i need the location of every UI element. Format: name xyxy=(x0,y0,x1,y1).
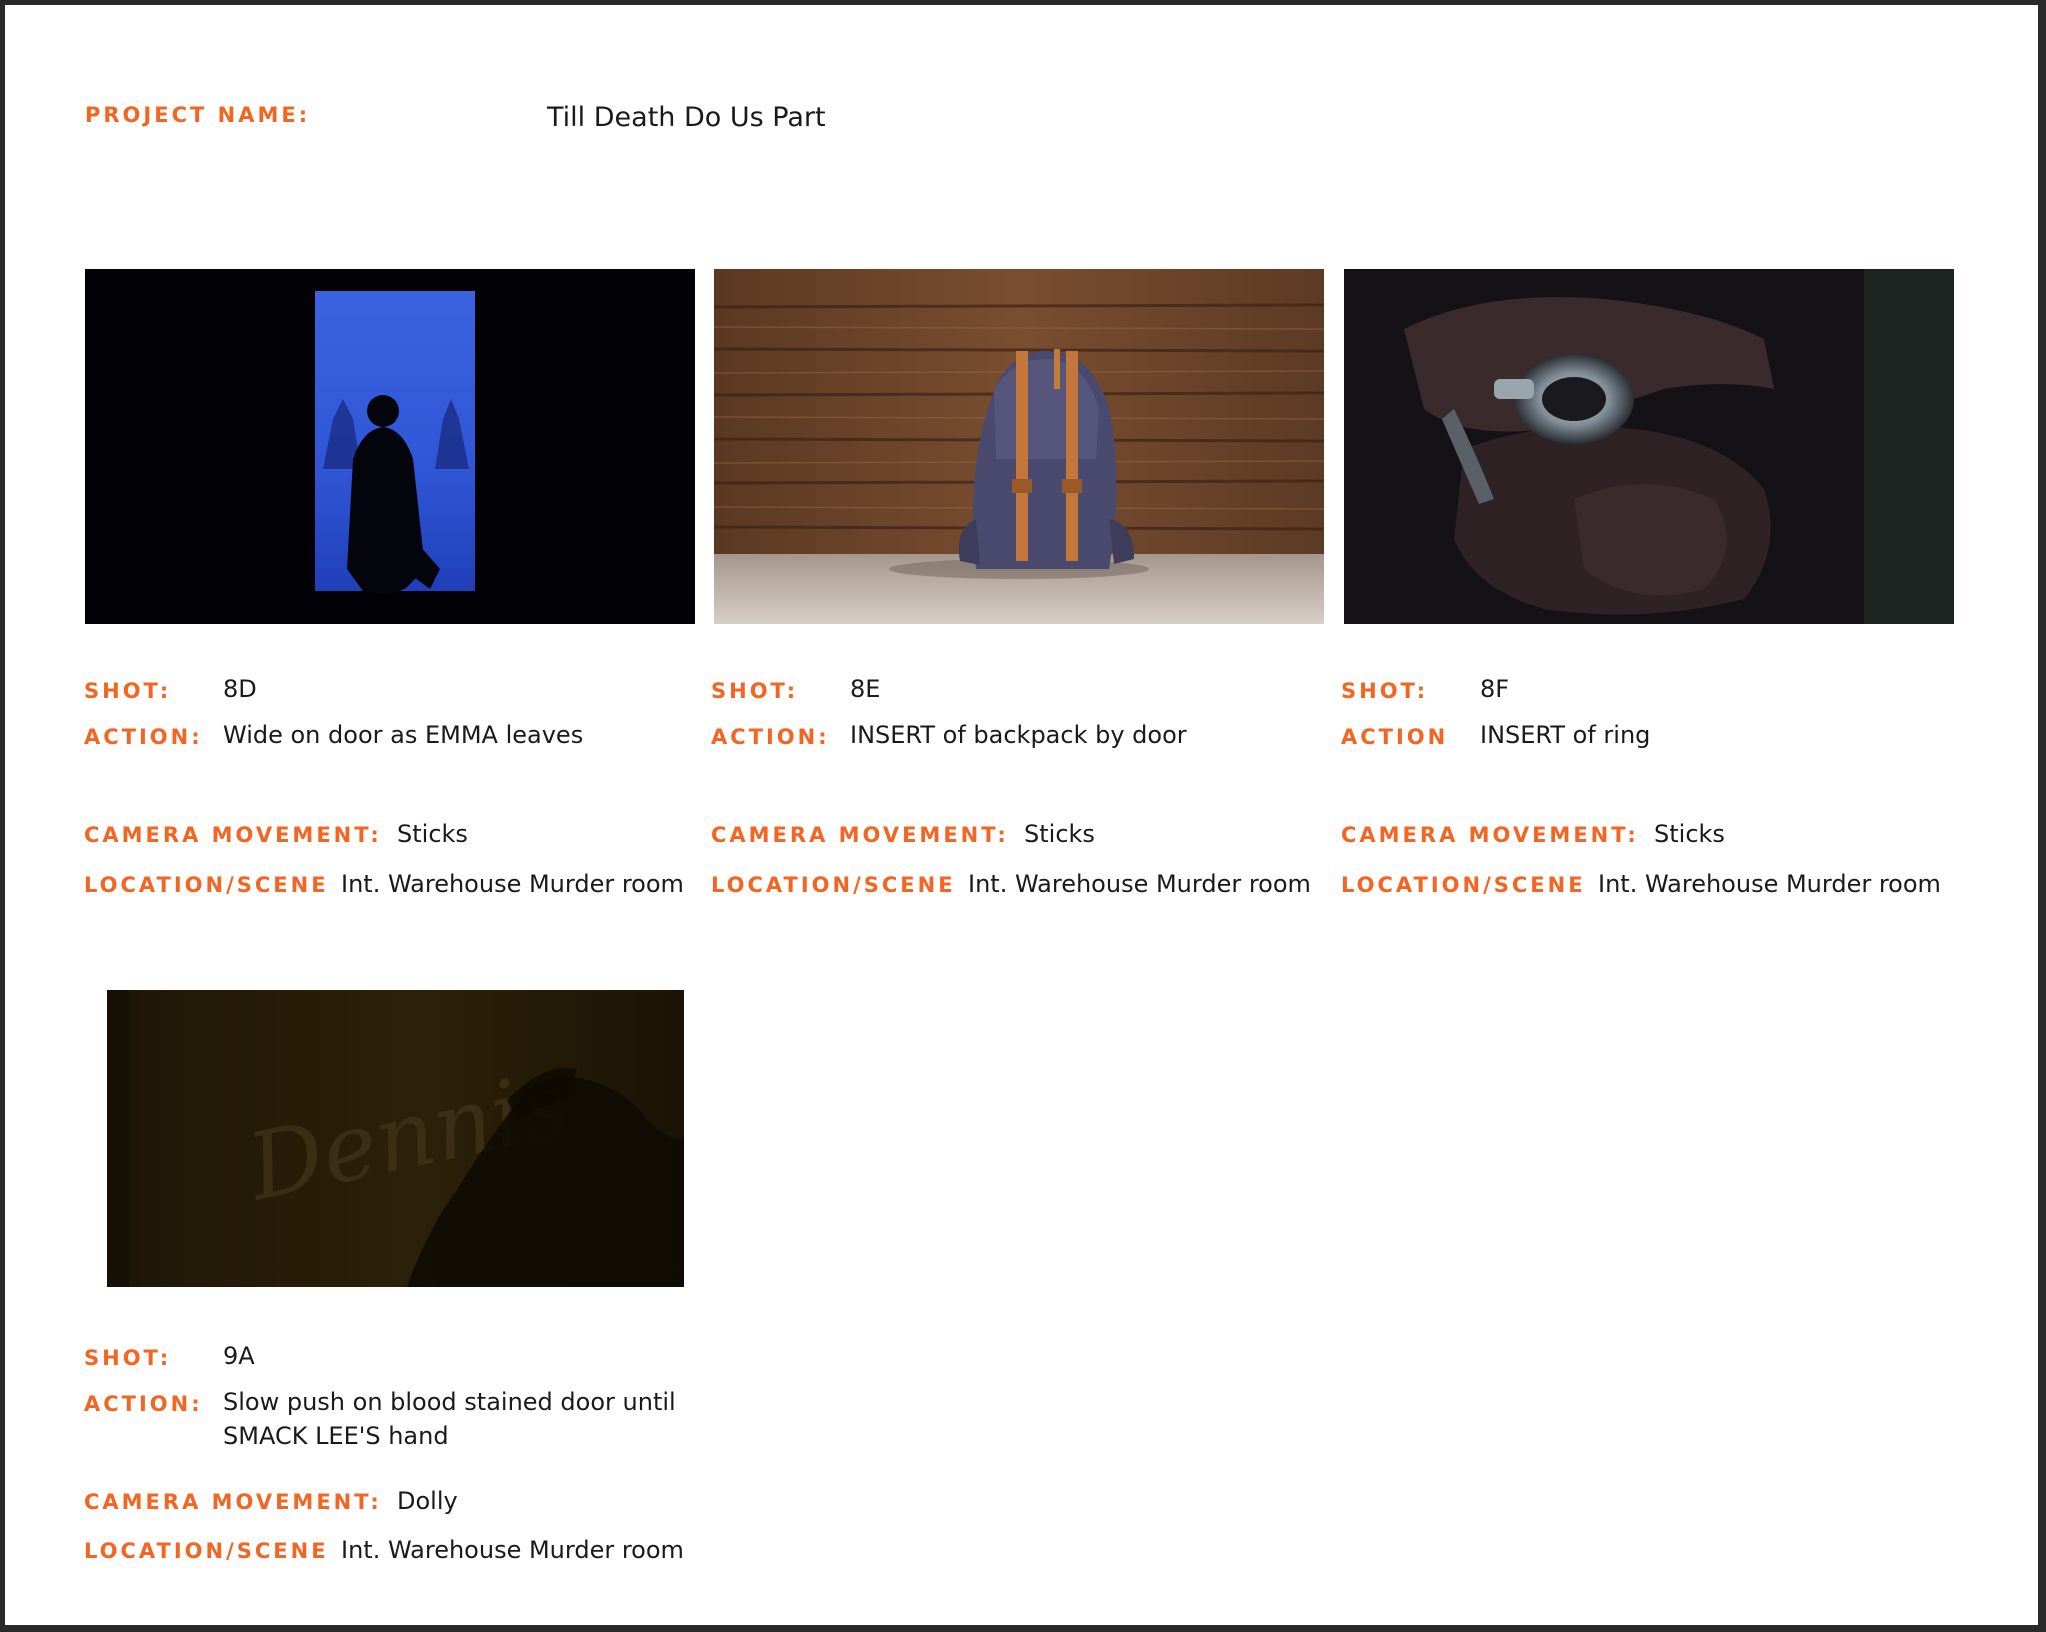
shot-8f-camera-value: Sticks xyxy=(1654,820,1725,848)
shot-8e-shot-value: 8E xyxy=(850,675,881,703)
project-name-label: PROJECT NAME: xyxy=(85,103,311,127)
shot-8d-camera-label: CAMERA MOVEMENT: xyxy=(84,823,382,847)
shot-8e-location-value: Int. Warehouse Murder room xyxy=(968,870,1311,898)
shot-8e-camera-label: CAMERA MOVEMENT: xyxy=(711,823,1009,847)
shot-8d-shot-label: SHOT: xyxy=(84,679,172,703)
shot-8f-location-label: LOCATION/SCENE xyxy=(1341,873,1586,897)
shot-8d-camera-value: Sticks xyxy=(397,820,468,848)
shot-8f-location-value: Int. Warehouse Murder room xyxy=(1598,870,1941,898)
shot-8d-location-label: LOCATION/SCENE xyxy=(84,873,329,897)
shot-8e-action-value: INSERT of backpack by door xyxy=(850,721,1187,749)
shot-9a-shot-value: 9A xyxy=(223,1342,255,1370)
shot-8d-location-value: Int. Warehouse Murder room xyxy=(341,870,684,898)
hand-with-ring-image xyxy=(1344,269,1954,624)
shot-8d-action-label: ACTION: xyxy=(84,725,203,749)
shot-9a-thumbnail: Dennis xyxy=(107,990,684,1287)
storyboard-page: PROJECT NAME: Till Death Do Us Part SHOT… xyxy=(5,5,2038,1625)
shot-8d-shot-value: 8D xyxy=(223,675,257,703)
shot-8f-shot-label: SHOT: xyxy=(1341,679,1429,703)
shot-8f-thumbnail xyxy=(1344,269,1954,624)
shot-8e-location-label: LOCATION/SCENE xyxy=(711,873,956,897)
shot-9a-location-value: Int. Warehouse Murder room xyxy=(341,1536,684,1564)
shot-9a-action-label: ACTION: xyxy=(84,1392,203,1416)
shot-8f-camera-label: CAMERA MOVEMENT: xyxy=(1341,823,1639,847)
shot-8f-action-label: ACTION xyxy=(1341,725,1449,749)
silhouette-in-doorway-image xyxy=(85,269,695,624)
shot-8e-thumbnail xyxy=(714,269,1324,624)
shot-8f-shot-value: 8F xyxy=(1480,675,1510,703)
shot-8e-action-label: ACTION: xyxy=(711,725,830,749)
shot-9a-location-label: LOCATION/SCENE xyxy=(84,1539,329,1563)
shot-9a-action-value: Slow push on blood stained door until SM… xyxy=(223,1388,676,1450)
project-name-value: Till Death Do Us Part xyxy=(547,102,826,133)
shot-8d-thumbnail xyxy=(85,269,695,624)
shot-9a-camera-label: CAMERA MOVEMENT: xyxy=(84,1490,382,1514)
shot-9a-shot-label: SHOT: xyxy=(84,1346,172,1370)
shot-9a-camera-value: Dolly xyxy=(397,1487,458,1515)
hand-shadow-on-door-image: Dennis xyxy=(107,990,684,1287)
shot-8e-camera-value: Sticks xyxy=(1024,820,1095,848)
shot-8f-action-value: INSERT of ring xyxy=(1480,721,1651,749)
shot-8e-shot-label: SHOT: xyxy=(711,679,799,703)
shot-8d-action-value: Wide on door as EMMA leaves xyxy=(223,721,584,749)
backpack-on-floor-image xyxy=(714,269,1324,624)
